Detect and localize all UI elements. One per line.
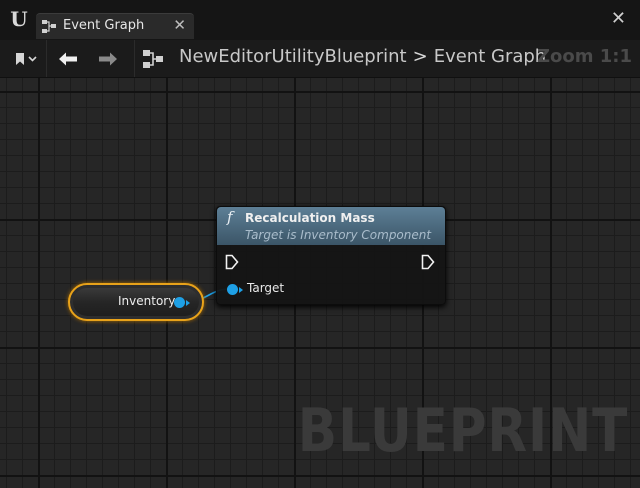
pin-arrow-icon	[239, 287, 243, 293]
graph-icon	[143, 49, 163, 68]
unreal-logo-icon: U	[10, 7, 28, 31]
tab-event-graph[interactable]: Event Graph ✕	[36, 13, 194, 39]
bookmark-icon	[16, 52, 37, 65]
function-node-subtitle: Target is Inventory Component	[245, 228, 432, 242]
graph-icon	[42, 20, 56, 33]
graph-toolbar: NewEditorUtilityBlueprint > Event Graph Zo…	[0, 40, 640, 78]
function-node-header: f Recalculation Mass Target is Inventory…	[217, 207, 445, 245]
forward-button[interactable]	[90, 40, 126, 77]
window-close-icon[interactable]: ✕	[611, 8, 626, 29]
arrow-right-icon	[99, 52, 117, 65]
inventory-variable-node[interactable]: Inventory	[68, 283, 204, 321]
bookmark-button[interactable]	[6, 40, 47, 77]
target-input-pin[interactable]	[227, 284, 238, 295]
zoom-level: Zoom 1:1	[536, 46, 632, 67]
variable-node-label: Inventory	[118, 294, 176, 308]
inventory-output-pin[interactable]	[174, 297, 185, 308]
recalculation-mass-node[interactable]: f Recalculation Mass Target is Inventory…	[216, 206, 446, 305]
title-bar: U Event Graph ✕ ✕	[0, 0, 640, 40]
arrow-left-icon	[59, 52, 77, 65]
exec-input-pin[interactable]	[225, 254, 239, 270]
function-node-title: Recalculation Mass	[245, 211, 375, 225]
pin-arrow-icon	[186, 300, 190, 306]
back-button[interactable]	[50, 40, 86, 77]
graph-canvas[interactable]: BLUEPRINT Inventory f Recalculation Mass…	[0, 78, 640, 488]
breadcrumb-separator: >	[412, 46, 428, 67]
breadcrumb: NewEditorUtilityBlueprint > Event Graph	[179, 46, 546, 67]
tab-label: Event Graph	[63, 18, 145, 33]
breadcrumb-blueprint[interactable]: NewEditorUtilityBlueprint	[179, 46, 407, 67]
tab-close-icon[interactable]: ✕	[173, 16, 186, 34]
blueprint-editor-window: U Event Graph ✕ ✕ NewEditorUtilityBluepr…	[0, 0, 640, 488]
target-pin-label: Target	[247, 281, 285, 295]
breadcrumb-event-graph[interactable]: Event Graph	[434, 46, 547, 67]
function-icon: f	[227, 208, 233, 226]
exec-output-pin[interactable]	[421, 254, 435, 270]
graph-type-button[interactable]	[134, 40, 171, 77]
